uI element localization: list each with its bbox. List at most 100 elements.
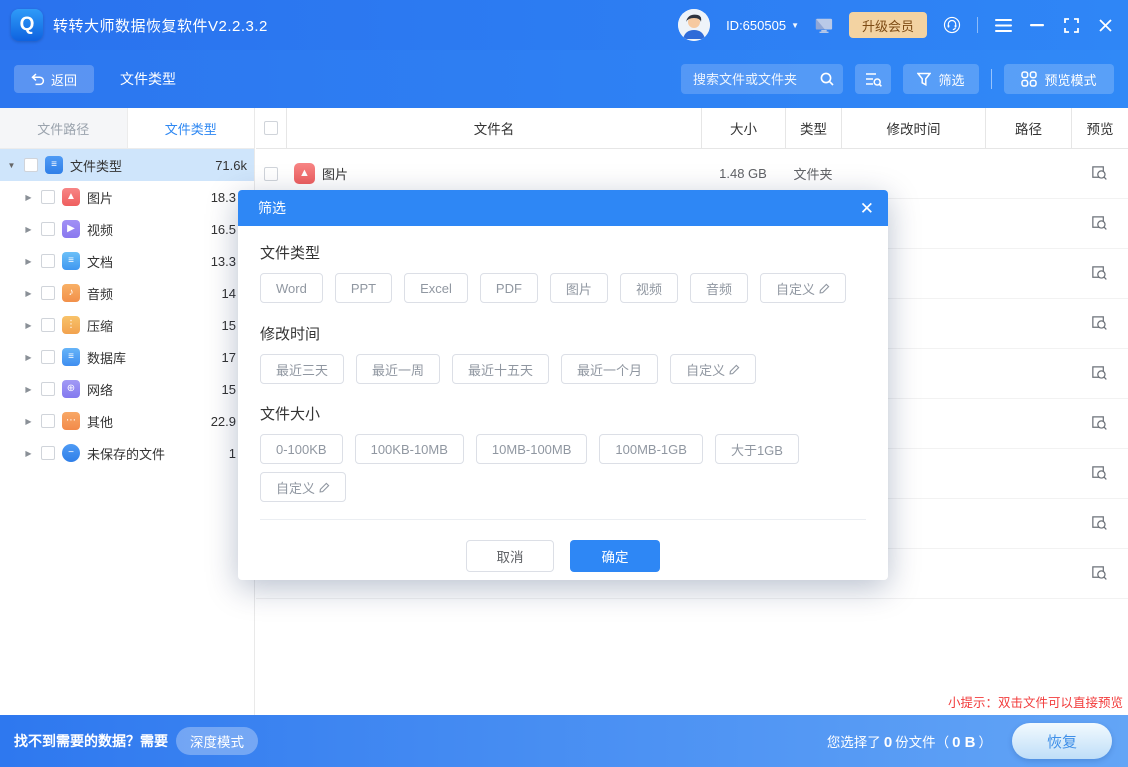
- preview-button[interactable]: [1071, 499, 1128, 548]
- preview-button[interactable]: [1071, 399, 1128, 448]
- checkbox[interactable]: [41, 254, 55, 268]
- header-type[interactable]: 类型: [785, 108, 841, 148]
- filter-button[interactable]: 筛选: [903, 64, 979, 94]
- preview-button[interactable]: [1071, 299, 1128, 348]
- caret-right-icon[interactable]: [22, 449, 35, 458]
- caret-down-icon[interactable]: [5, 161, 18, 170]
- mtime-chips: 最近三天 最近一周 最近十五天 最近一个月 自定义: [260, 354, 866, 384]
- tab-file-type[interactable]: 文件类型: [128, 108, 255, 148]
- close-icon[interactable]: [1096, 16, 1114, 34]
- checkbox[interactable]: [24, 158, 38, 172]
- checkbox[interactable]: [41, 414, 55, 428]
- caret-right-icon[interactable]: [22, 321, 35, 330]
- checkbox[interactable]: [41, 286, 55, 300]
- sidebar-item-network[interactable]: ⊕ 网络 15: [0, 373, 254, 405]
- menu-icon[interactable]: [994, 16, 1012, 34]
- tab-file-path[interactable]: 文件路径: [0, 108, 128, 148]
- preview-button[interactable]: [1071, 449, 1128, 498]
- chip-custom-size[interactable]: 自定义: [260, 472, 346, 502]
- chip-custom-time[interactable]: 自定义: [670, 354, 756, 384]
- back-arrow-icon: [31, 73, 45, 86]
- deep-mode-button[interactable]: 深度模式: [176, 727, 258, 755]
- sidebar-item-audio[interactable]: ♪ 音频 14: [0, 277, 254, 309]
- checkbox[interactable]: [41, 190, 55, 204]
- preview-button[interactable]: [1071, 249, 1128, 298]
- back-button[interactable]: 返回: [14, 65, 94, 93]
- recover-button[interactable]: 恢复: [1012, 723, 1112, 759]
- caret-right-icon[interactable]: [22, 417, 35, 426]
- search-input[interactable]: [691, 71, 819, 88]
- sidebar-item-file-type[interactable]: ≡ 文件类型 71.6k: [0, 149, 254, 181]
- header-size[interactable]: 大小: [701, 108, 785, 148]
- checkbox[interactable]: [41, 350, 55, 364]
- chip-0-100kb[interactable]: 0-100KB: [260, 434, 343, 464]
- sidebar-item-unsaved[interactable]: − 未保存的文件 1: [0, 437, 254, 469]
- chip-10mb-100mb[interactable]: 10MB-100MB: [476, 434, 587, 464]
- chip-over-1gb[interactable]: 大于1GB: [715, 434, 799, 464]
- selection-summary: 您选择了0份文件（0 B）: [827, 731, 992, 751]
- cancel-button[interactable]: 取消: [466, 540, 554, 572]
- preview-magnifier-icon: [1090, 264, 1109, 283]
- deep-search-button[interactable]: [855, 64, 891, 94]
- chip-excel[interactable]: Excel: [404, 273, 468, 303]
- chip-last-month[interactable]: 最近一个月: [561, 354, 658, 384]
- caret-right-icon[interactable]: [22, 289, 35, 298]
- chip-pdf[interactable]: PDF: [480, 273, 538, 303]
- select-all-checkbox[interactable]: [264, 121, 278, 135]
- device-monitor-icon[interactable]: [815, 16, 833, 34]
- preview-mode-button[interactable]: 预览模式: [1004, 64, 1114, 94]
- chip-last-3-days[interactable]: 最近三天: [260, 354, 344, 384]
- header-mtime[interactable]: 修改时间: [841, 108, 985, 148]
- sidebar-item-database[interactable]: ≡ 数据库 17: [0, 341, 254, 373]
- sidebar-item-video[interactable]: ▶ 视频 16.5: [0, 213, 254, 245]
- chip-last-15-days[interactable]: 最近十五天: [452, 354, 549, 384]
- checkbox[interactable]: [41, 222, 55, 236]
- sidebar-item-archive[interactable]: ⋮ 压缩 15: [0, 309, 254, 341]
- preview-magnifier-icon: [1090, 464, 1109, 483]
- dialog-close-icon[interactable]: ✕: [860, 200, 874, 217]
- chip-audio[interactable]: 音频: [690, 273, 748, 303]
- customer-service-icon[interactable]: [943, 16, 961, 34]
- header-preview[interactable]: 预览: [1071, 108, 1128, 148]
- confirm-button[interactable]: 确定: [570, 540, 660, 572]
- header-filename[interactable]: 文件名: [286, 108, 701, 148]
- caret-right-icon[interactable]: [22, 353, 35, 362]
- chip-ppt[interactable]: PPT: [335, 273, 392, 303]
- sidebar-item-document[interactable]: ≡ 文档 13.3: [0, 245, 254, 277]
- caret-right-icon[interactable]: [22, 193, 35, 202]
- sidebar-item-image[interactable]: ▲ 图片 18.3: [0, 181, 254, 213]
- chip-100mb-1gb[interactable]: 100MB-1GB: [599, 434, 703, 464]
- chip-100kb-10mb[interactable]: 100KB-10MB: [355, 434, 464, 464]
- upgrade-member-button[interactable]: 升级会员: [849, 12, 927, 38]
- user-id-menu[interactable]: ID:650505 ▼: [726, 18, 799, 33]
- checkbox[interactable]: [41, 446, 55, 460]
- filter-dialog: 筛选 ✕ 文件类型 Word PPT Excel PDF 图片 视频 音频 自定…: [238, 190, 888, 580]
- search-box: [681, 64, 843, 94]
- chip-last-week[interactable]: 最近一周: [356, 354, 440, 384]
- preview-button[interactable]: [1071, 199, 1128, 248]
- search-icon[interactable]: [819, 71, 835, 87]
- chip-video[interactable]: 视频: [620, 273, 678, 303]
- caret-right-icon[interactable]: [22, 385, 35, 394]
- chip-image[interactable]: 图片: [550, 273, 608, 303]
- caret-right-icon[interactable]: [22, 257, 35, 266]
- checkbox[interactable]: [41, 318, 55, 332]
- maximize-icon[interactable]: [1062, 16, 1080, 34]
- sidebar-item-other[interactable]: ⋯ 其他 22.9: [0, 405, 254, 437]
- item-label: 其他: [87, 412, 113, 431]
- preview-button[interactable]: [1071, 549, 1128, 598]
- chip-custom-type[interactable]: 自定义: [760, 273, 846, 303]
- file-type-tree: ≡ 文件类型 71.6k ▲ 图片 18.3 ▶ 视频 16.5: [0, 149, 254, 469]
- image-icon: ▲: [62, 188, 80, 206]
- back-label: 返回: [51, 70, 77, 89]
- preview-button[interactable]: [1071, 149, 1128, 198]
- preview-button[interactable]: [1071, 349, 1128, 398]
- chip-word[interactable]: Word: [260, 273, 323, 303]
- row-checkbox[interactable]: [264, 167, 278, 181]
- header-path[interactable]: 路径: [985, 108, 1071, 148]
- minimize-icon[interactable]: [1028, 16, 1046, 34]
- avatar[interactable]: [678, 9, 710, 41]
- checkbox[interactable]: [41, 382, 55, 396]
- caret-right-icon[interactable]: [22, 225, 35, 234]
- preview-hint: 小提示：双击文件可以直接预览: [948, 692, 1123, 711]
